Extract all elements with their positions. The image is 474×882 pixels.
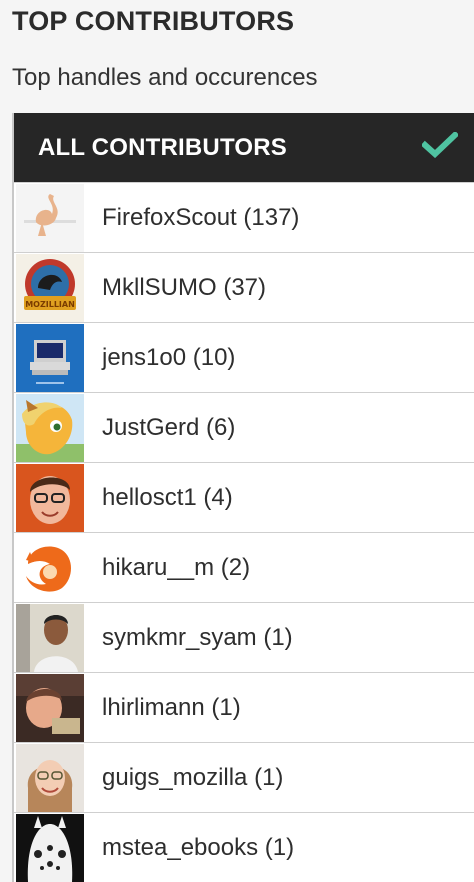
contributors-panel: ALL CONTRIBUTORS FirefoxScout (137) MOZI… <box>12 113 474 882</box>
contributor-name[interactable]: FirefoxScout (137) <box>102 204 299 232</box>
contributor-row[interactable]: hellosct1 (4) <box>14 463 474 533</box>
contributor-row[interactable]: jens1o0 (10) <box>14 323 474 393</box>
contributor-name[interactable]: mstea_ebooks (1) <box>102 834 294 862</box>
contributor-name[interactable]: guigs_mozilla (1) <box>102 764 283 792</box>
pony-avatar <box>16 393 84 462</box>
page-title: TOP CONTRIBUTORS <box>12 6 295 36</box>
contributor-row[interactable]: mstea_ebooks (1) <box>14 813 474 882</box>
person-photo-avatar <box>16 743 84 812</box>
contributor-row[interactable]: FirefoxScout (137) <box>14 183 474 253</box>
child-photo-avatar <box>16 673 84 742</box>
page-subtitle: Top handles and occurences <box>12 64 318 91</box>
contributor-row[interactable]: JustGerd (6) <box>14 393 474 463</box>
person-photo-avatar <box>16 603 84 672</box>
contributor-row[interactable]: lhirlimann (1) <box>14 673 474 743</box>
person-photo-avatar <box>16 463 84 532</box>
filter-label: ALL CONTRIBUTORS <box>38 133 287 161</box>
contributor-name[interactable]: symkmr_syam (1) <box>102 624 293 652</box>
contributor-name[interactable]: JustGerd (6) <box>102 414 235 442</box>
contributor-row[interactable]: MOZILLIAN MkllSUMO (37) <box>14 253 474 323</box>
contributor-name[interactable]: hellosct1 (4) <box>102 484 233 512</box>
contributor-name[interactable]: lhirlimann (1) <box>102 694 241 722</box>
creature-avatar <box>16 813 84 882</box>
all-contributors-filter[interactable]: ALL CONTRIBUTORS <box>14 113 474 183</box>
contributor-name[interactable]: jens1o0 (10) <box>102 344 235 372</box>
contributor-row[interactable]: symkmr_syam (1) <box>14 603 474 673</box>
svg-text:MOZILLIAN: MOZILLIAN <box>25 300 75 309</box>
contributor-row[interactable]: guigs_mozilla (1) <box>14 743 474 813</box>
mozillian-badge-avatar: MOZILLIAN <box>16 253 84 322</box>
firefox-scout-avatar <box>16 183 84 252</box>
firefox-logo-avatar <box>16 533 84 602</box>
contributor-row[interactable]: hikaru__m (2) <box>14 533 474 603</box>
checkmark-icon <box>420 130 460 163</box>
contributor-name[interactable]: hikaru__m (2) <box>102 554 250 582</box>
contributor-name[interactable]: MkllSUMO (37) <box>102 274 266 302</box>
retro-computer-avatar <box>16 323 84 392</box>
